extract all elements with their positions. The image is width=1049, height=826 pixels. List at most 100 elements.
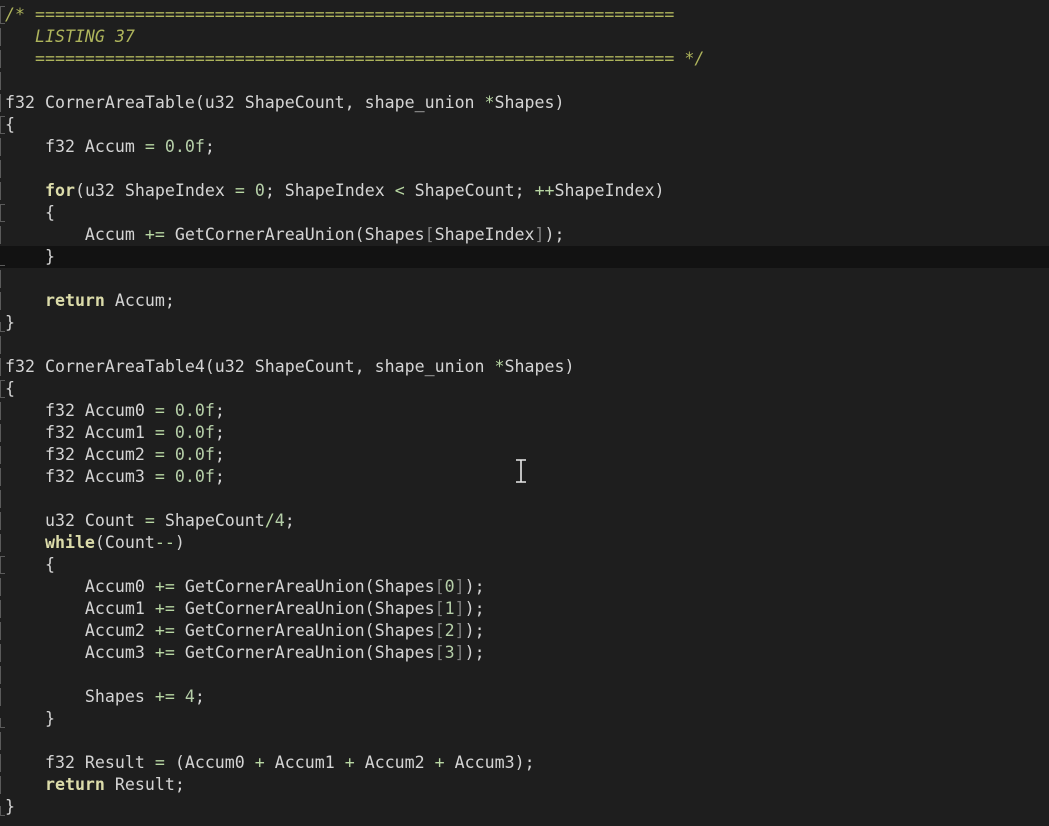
code-line[interactable]: ========================================… [0,48,1049,70]
code-token: (u32 ShapeIndex [74,181,235,200]
code-token: * [494,357,505,376]
code-line[interactable] [0,664,1049,686]
code-line[interactable]: /* =====================================… [0,4,1049,26]
code-token: Result; [104,775,185,794]
code-token: return [44,775,105,794]
code-token: 0.0f [174,467,215,486]
code-line[interactable]: f32 CornerAreaTable(u32 ShapeCount, shap… [0,92,1049,114]
code-token: 0.0f [174,401,215,420]
code-line[interactable]: for(u32 ShapeIndex = 0; ShapeIndex < Sha… [0,180,1049,202]
code-token: Accum2 [354,753,435,772]
code-token: ] [454,577,465,596]
code-line[interactable]: Accum2 += GetCornerAreaUnion(Shapes[2]); [0,620,1049,642]
code-line[interactable]: { [0,202,1049,224]
code-text: f32 Accum1 = 0.0f; [5,422,225,444]
code-line[interactable] [0,268,1049,290]
code-text: f32 CornerAreaTable(u32 ShapeCount, shap… [5,92,564,114]
code-line[interactable]: { [0,554,1049,576]
code-token: ; [214,423,225,442]
code-token: } [5,709,55,728]
code-token: Accum1 [5,599,155,618]
code-line[interactable]: { [0,378,1049,400]
fold-marker [0,72,5,90]
code-token: Shapes) [504,357,575,376]
code-line[interactable]: } [0,246,1049,268]
code-line[interactable]: } [0,312,1049,334]
code-text: /* =====================================… [5,4,674,26]
code-token: Accum1 [264,753,345,772]
code-text: { [5,378,15,400]
code-token: [ [424,225,435,244]
code-token: + [434,753,445,772]
code-line[interactable]: f32 Accum1 = 0.0f; [0,422,1049,444]
code-line[interactable]: LISTING 37 [0,26,1049,48]
code-line[interactable]: { [0,114,1049,136]
code-line[interactable] [0,730,1049,752]
code-line[interactable]: } [0,796,1049,818]
code-token: ========================================… [5,49,705,68]
code-token: = [154,445,165,464]
code-token: } [5,313,15,332]
code-line[interactable]: } [0,708,1049,730]
code-token: ; ShapeIndex [264,181,395,200]
code-line[interactable] [0,158,1049,180]
code-line[interactable] [0,334,1049,356]
code-token: ; [214,401,225,420]
code-token: += [154,599,175,618]
code-token: = [154,401,165,420]
code-line[interactable]: f32 Accum0 = 0.0f; [0,400,1049,422]
code-line[interactable]: f32 Accum = 0.0f; [0,136,1049,158]
code-line[interactable]: f32 Result = (Accum0 + Accum1 + Accum2 +… [0,752,1049,774]
code-token: = [234,181,245,200]
code-line[interactable]: u32 Count = ShapeCount/4; [0,510,1049,532]
code-line[interactable]: Accum1 += GetCornerAreaUnion(Shapes[1]); [0,598,1049,620]
code-token: Accum [5,225,145,244]
code-text: return Accum; [5,290,175,312]
code-token: GetCornerAreaUnion(Shapes [174,643,435,662]
code-token: GetCornerAreaUnion(Shapes [174,621,435,640]
code-text: f32 Accum2 = 0.0f; [5,444,225,466]
code-text: } [5,708,55,730]
code-line[interactable]: return Accum; [0,290,1049,312]
code-token: /* =====================================… [5,5,675,24]
code-text: } [5,312,15,334]
code-token: [ [434,643,445,662]
code-token: } [5,247,55,266]
code-token: 1 [444,599,455,618]
code-line[interactable] [0,488,1049,510]
code-editor[interactable]: /* =====================================… [0,0,1049,826]
code-line[interactable] [0,70,1049,92]
fold-marker [0,160,5,178]
code-line[interactable]: Accum0 += GetCornerAreaUnion(Shapes[0]); [0,576,1049,598]
code-line[interactable]: f32 CornerAreaTable4(u32 ShapeCount, sha… [0,356,1049,378]
code-text: { [5,114,15,136]
code-token: f32 CornerAreaTable4(u32 ShapeCount, sha… [5,357,495,376]
code-line[interactable]: while(Count--) [0,532,1049,554]
code-token: { [5,203,55,222]
code-token: { [5,379,15,398]
code-token: = [144,511,155,530]
code-token: Accum; [104,291,175,310]
code-line[interactable]: Accum3 += GetCornerAreaUnion(Shapes[3]); [0,642,1049,664]
code-line[interactable]: Shapes += 4; [0,686,1049,708]
code-token: ); [464,577,485,596]
code-token: ); [464,621,485,640]
code-text: while(Count--) [5,532,185,554]
code-token: LISTING 37 [5,27,135,46]
code-line[interactable]: return Result; [0,774,1049,796]
code-token: 0.0f [174,423,215,442]
code-text: Accum += GetCornerAreaUnion(Shapes[Shape… [5,224,565,246]
code-token: = [154,467,165,486]
code-token: = [154,753,165,772]
code-token: { [5,115,15,134]
code-view[interactable]: /* =====================================… [0,4,1049,818]
code-line[interactable]: Accum += GetCornerAreaUnion(Shapes[Shape… [0,224,1049,246]
code-token: ; [284,511,295,530]
code-token: 4 [184,687,195,706]
